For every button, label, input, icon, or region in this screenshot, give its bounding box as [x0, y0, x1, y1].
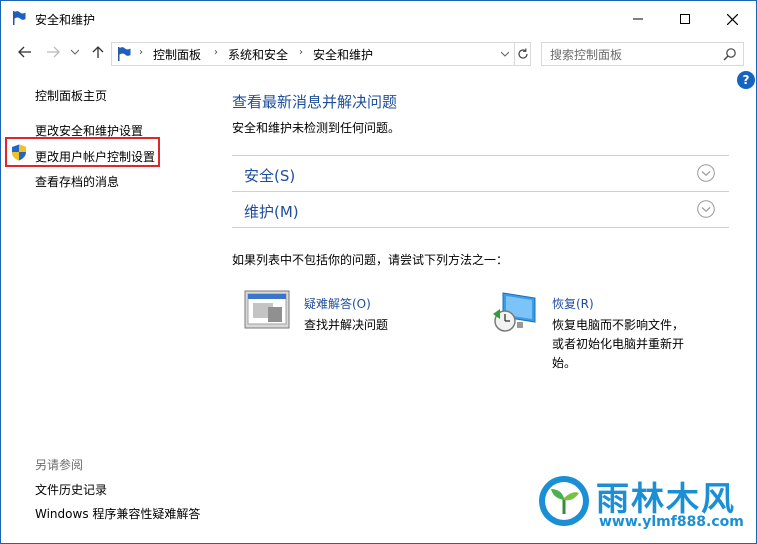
- search-input[interactable]: 搜索控制面板: [541, 42, 744, 66]
- window-title: 安全和维护: [35, 13, 96, 27]
- description-line: 始。: [552, 356, 577, 370]
- arrow-left-icon: [18, 46, 31, 58]
- search-icon: [723, 48, 736, 61]
- flag-icon: [118, 47, 131, 61]
- divider: [232, 191, 729, 192]
- search-placeholder: 搜索控制面板: [550, 48, 623, 62]
- page-title: 查看最新消息并解决问题: [232, 93, 398, 111]
- troubleshooting-icon[interactable]: [244, 290, 290, 330]
- recovery-icon[interactable]: [491, 290, 541, 334]
- divider: [232, 227, 729, 228]
- divider: [232, 155, 729, 156]
- breadcrumb-security-maintenance[interactable]: 安全和维护: [313, 46, 373, 63]
- back-button[interactable]: [15, 42, 35, 62]
- chevron-down-icon: [501, 51, 509, 57]
- watermark: 雨林木风 www.ylmf888.com: [539, 474, 754, 536]
- watermark-url: www.ylmf888.com: [599, 514, 744, 530]
- address-history-button[interactable]: [497, 46, 513, 62]
- help-icon[interactable]: ?: [737, 71, 755, 89]
- close-button[interactable]: [709, 1, 755, 37]
- address-bar[interactable]: › 控制面板 › 系统和安全 › 安全和维护: [111, 42, 531, 66]
- see-also-compat-troubleshooter[interactable]: Windows 程序兼容性疑难解答: [35, 505, 200, 522]
- recent-locations-button[interactable]: [65, 42, 85, 62]
- control-panel-window: 安全和维护 › 控制面板 › 系统和安全 › 安全和维护 搜索控制面板 ? 控制…: [0, 0, 757, 544]
- chevron-down-icon[interactable]: [697, 200, 715, 218]
- title-bar: 安全和维护: [1, 1, 756, 37]
- navigation-bar: › 控制面板 › 系统和安全 › 安全和维护 搜索控制面板: [1, 39, 756, 67]
- status-message: 安全和维护未检测到任何问题。: [232, 121, 401, 135]
- chevron-down-icon[interactable]: [697, 164, 715, 182]
- watermark-title: 雨林木风: [596, 479, 736, 518]
- minimize-icon: [633, 18, 643, 20]
- arrow-right-icon: [47, 46, 60, 58]
- description-line: 或者初始化电脑并重新开: [552, 337, 685, 351]
- sidebar-home-link[interactable]: 控制面板主页: [35, 87, 107, 104]
- flag-icon: [13, 11, 26, 25]
- refresh-button[interactable]: [514, 43, 531, 65]
- close-icon: [726, 13, 738, 25]
- see-also-file-history[interactable]: 文件历史记录: [35, 481, 107, 498]
- refresh-icon: [518, 48, 528, 59]
- description-line: 查找并解决问题: [304, 318, 389, 332]
- forward-button[interactable]: [43, 42, 63, 62]
- sidebar-change-uac-settings[interactable]: 更改用户帐户控制设置: [35, 148, 155, 165]
- arrow-up-icon: [92, 46, 104, 58]
- maximize-button[interactable]: [662, 1, 708, 37]
- recovery-description: 恢复电脑而不影响文件， 或者初始化电脑并重新开 始。: [552, 316, 684, 373]
- up-button[interactable]: [88, 42, 108, 62]
- breadcrumb-system-security[interactable]: 系统和安全: [228, 46, 288, 63]
- recovery-link[interactable]: 恢复(R): [552, 295, 594, 312]
- see-also-heading: 另请参阅: [35, 458, 84, 472]
- description-line: 恢复电脑而不影响文件，: [552, 318, 685, 332]
- section-security-header[interactable]: 安全(S): [244, 165, 295, 186]
- breadcrumb-control-panel[interactable]: 控制面板: [153, 46, 201, 63]
- breadcrumb-separator-icon: ›: [214, 47, 218, 58]
- breadcrumb-separator-icon: ›: [299, 47, 303, 58]
- section-maintenance-header[interactable]: 维护(M): [244, 201, 299, 222]
- uac-shield-icon: [12, 144, 26, 161]
- hint-text: 如果列表中不包括你的问题，请尝试下列方法之一：: [232, 253, 509, 267]
- watermark-logo-icon: [539, 476, 589, 526]
- sidebar-view-archived-messages[interactable]: 查看存档的消息: [35, 173, 119, 190]
- maximize-icon: [680, 14, 690, 24]
- minimize-button[interactable]: [615, 1, 661, 37]
- troubleshooting-description: 查找并解决问题: [304, 316, 388, 335]
- breadcrumb-separator-icon: ›: [139, 47, 143, 58]
- troubleshooting-link[interactable]: 疑难解答(O): [304, 295, 371, 312]
- chevron-down-icon: [71, 49, 79, 55]
